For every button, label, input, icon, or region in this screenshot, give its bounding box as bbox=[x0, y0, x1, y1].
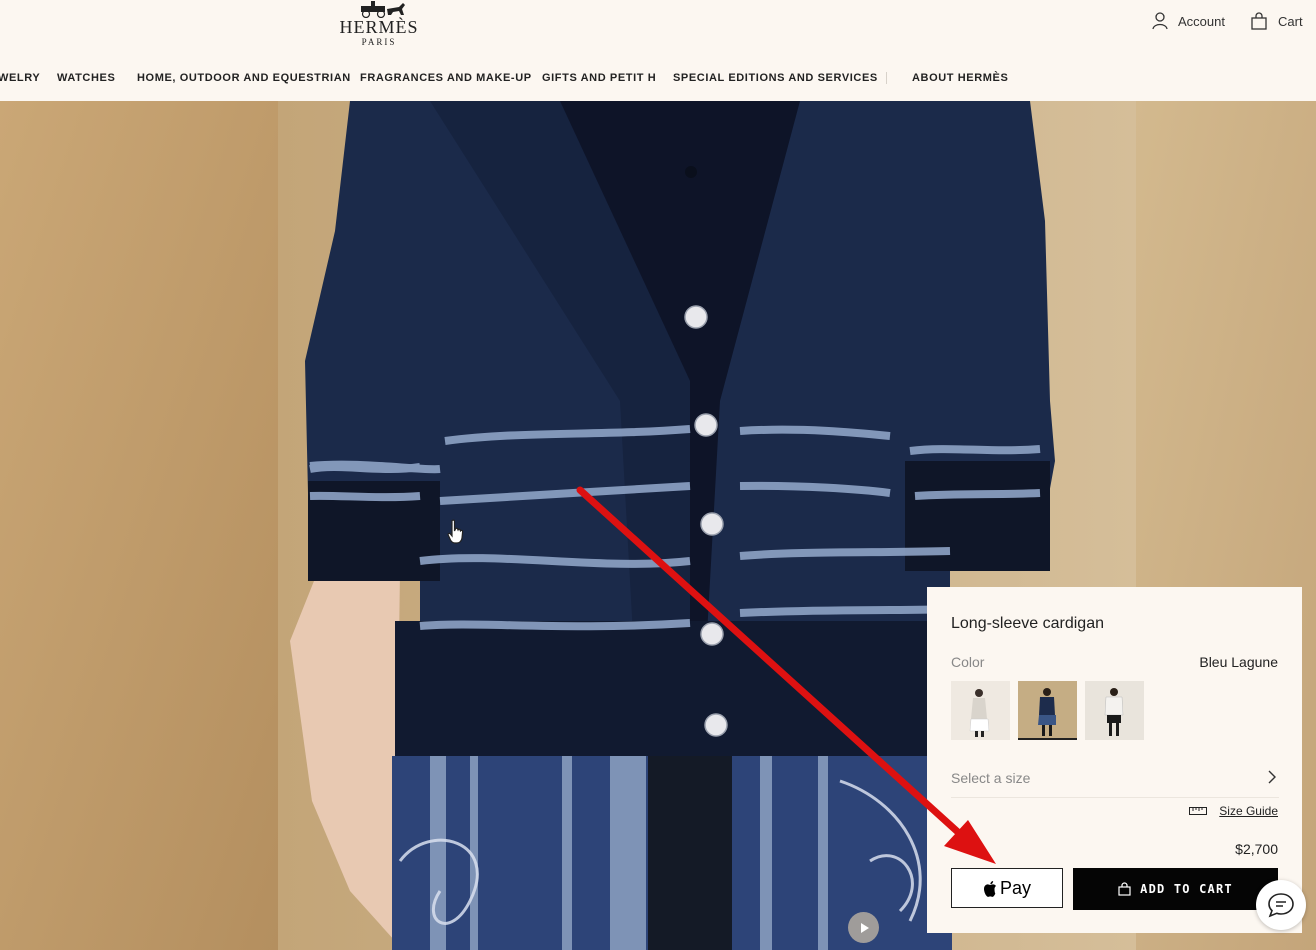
swatch-thumbnail bbox=[1085, 681, 1144, 740]
main-nav: WELRY WATCHES HOME, OUTDOOR AND EQUESTRI… bbox=[0, 72, 1316, 86]
cart-label: Cart bbox=[1278, 13, 1303, 29]
nav-divider bbox=[886, 72, 887, 84]
hermes-logo[interactable]: HERMÈS PARIS bbox=[332, 0, 426, 48]
play-icon bbox=[860, 922, 869, 933]
color-swatch-black-white[interactable] bbox=[1085, 681, 1144, 740]
size-guide-label: Size Guide bbox=[1219, 804, 1278, 818]
ruler-icon bbox=[1189, 807, 1208, 815]
nav-item-special-editions[interactable]: SPECIAL EDITIONS AND SERVICES bbox=[673, 72, 878, 84]
product-panel: Long-sleeve cardigan Color Bleu Lagune S… bbox=[927, 587, 1302, 933]
brand-name: HERMÈS bbox=[339, 17, 419, 37]
nav-item-watches[interactable]: WATCHES bbox=[57, 72, 115, 84]
account-label: Account bbox=[1178, 13, 1225, 29]
nav-item-fragrances[interactable]: FRAGRANCES AND MAKE-UP bbox=[360, 72, 532, 84]
apple-icon bbox=[983, 880, 996, 897]
chevron-right-icon bbox=[1268, 770, 1276, 784]
product-title: Long-sleeve cardigan bbox=[951, 615, 1104, 632]
color-swatch-white[interactable] bbox=[951, 681, 1010, 740]
swatch-thumbnail bbox=[951, 681, 1010, 740]
size-placeholder: Select a size bbox=[951, 770, 1031, 786]
nav-item-about[interactable]: ABOUT HERMÈS bbox=[912, 72, 1008, 84]
cart-bag-icon bbox=[1251, 12, 1267, 30]
nav-item-home-outdoor-equestrian[interactable]: HOME, OUTDOOR AND EQUESTRIAN bbox=[137, 72, 351, 84]
add-to-cart-button[interactable]: ADD TO CART bbox=[1073, 868, 1278, 910]
bag-icon bbox=[1118, 882, 1131, 896]
carriage-icon bbox=[361, 1, 405, 18]
size-selector[interactable]: Select a size bbox=[951, 763, 1279, 798]
apple-pay-label: Pay bbox=[999, 877, 1032, 898]
cart-link[interactable]: Cart bbox=[1250, 12, 1303, 30]
product-price: $2,700 bbox=[1235, 841, 1278, 857]
color-value: Bleu Lagune bbox=[1199, 654, 1278, 670]
hand-pointer-cursor bbox=[447, 519, 464, 544]
chat-icon bbox=[1268, 893, 1294, 918]
nav-item-gifts[interactable]: GIFTS AND PETIT H bbox=[542, 72, 656, 84]
user-icon bbox=[1152, 12, 1168, 30]
size-guide-link[interactable]: Size Guide bbox=[1189, 804, 1278, 818]
chat-button[interactable] bbox=[1256, 880, 1306, 930]
nav-item-jewelry[interactable]: WELRY bbox=[0, 72, 40, 84]
brand-city: PARIS bbox=[361, 37, 397, 47]
color-swatch-bleu-lagune[interactable] bbox=[1018, 681, 1077, 740]
apple-pay-button[interactable]: Pay bbox=[951, 868, 1063, 908]
add-to-cart-label: ADD TO CART bbox=[1140, 882, 1233, 896]
swatch-thumbnail bbox=[1018, 681, 1077, 740]
site-header: HERMÈS PARIS Account Cart WELRY WATCHES … bbox=[0, 0, 1316, 101]
color-label: Color bbox=[951, 654, 985, 670]
account-link[interactable]: Account bbox=[1152, 12, 1225, 30]
play-video-button[interactable] bbox=[848, 912, 879, 943]
